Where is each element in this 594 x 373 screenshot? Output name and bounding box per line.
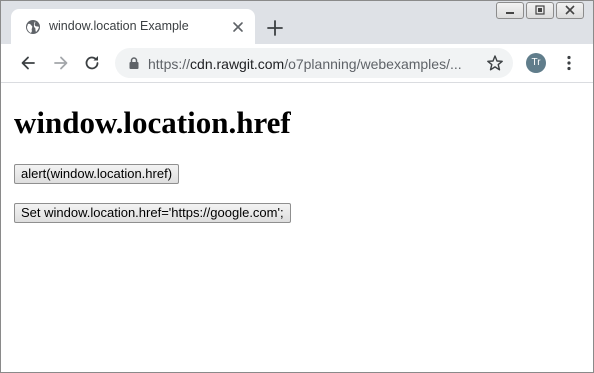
minimize-button[interactable]: [496, 2, 524, 19]
url-prefix: https://: [148, 56, 191, 72]
close-window-icon: [565, 5, 575, 15]
star-icon[interactable]: [486, 54, 504, 72]
forward-arrow-icon[interactable]: [51, 53, 71, 73]
url-path: /o7planning/webexamples/...: [284, 56, 462, 72]
url-text[interactable]: https://cdn.rawgit.com/o7planning/webexa…: [148, 56, 462, 72]
lock-icon[interactable]: [127, 56, 141, 70]
tab-title: window.location Example: [49, 19, 189, 33]
back-arrow-icon[interactable]: [18, 53, 38, 73]
tab-strip: window.location Example: [1, 1, 593, 44]
globe-icon: [26, 20, 40, 34]
close-icon[interactable]: [230, 19, 246, 35]
restore-icon: [535, 5, 545, 15]
restore-button[interactable]: [526, 2, 554, 19]
url-domain: cdn.rawgit.com: [190, 56, 285, 72]
profile-avatar[interactable]: Tr: [526, 53, 546, 73]
reload-icon[interactable]: [82, 53, 102, 73]
set-href-button[interactable]: Set window.location.href='https://google…: [14, 203, 291, 223]
window-controls: [496, 2, 588, 20]
active-tab[interactable]: window.location Example: [11, 9, 255, 44]
browser-window: window.location Example https://cdn.rawg…: [0, 0, 594, 373]
address-bar[interactable]: https://cdn.rawgit.com/o7planning/webexa…: [115, 48, 513, 78]
plus-icon[interactable]: [265, 18, 285, 38]
page-content: window.location.href alert(window.locati…: [1, 83, 593, 372]
browser-toolbar: https://cdn.rawgit.com/o7planning/webexa…: [1, 44, 593, 83]
more-vert-icon[interactable]: [559, 53, 579, 73]
minimize-icon: [506, 12, 514, 14]
page-heading: window.location.href: [14, 105, 291, 140]
close-window-button[interactable]: [556, 2, 584, 19]
alert-href-button[interactable]: alert(window.location.href): [14, 164, 180, 184]
